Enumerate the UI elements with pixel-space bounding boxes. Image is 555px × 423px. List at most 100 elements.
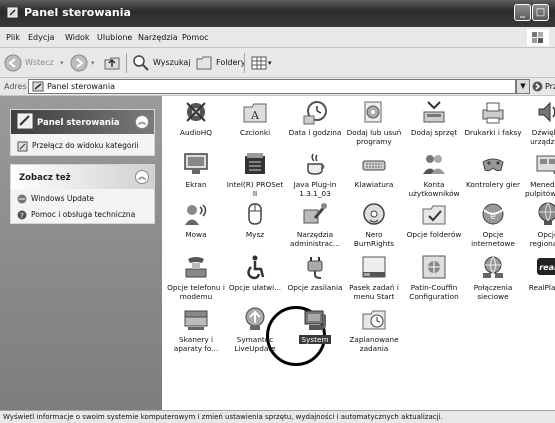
item-label: Data i godzina xyxy=(288,128,342,137)
item-label: Menedżer pulpitów N... xyxy=(525,180,555,198)
nero-icon xyxy=(363,203,385,225)
address-bar: Adres Panel sterowania ▼ Przejdź xyxy=(0,78,555,96)
forward-dropdown[interactable]: ▾ xyxy=(91,53,95,73)
folders-button[interactable]: Foldery xyxy=(195,53,245,73)
users-icon xyxy=(423,155,445,174)
control-panel-item-speech[interactable]: Mowa xyxy=(167,200,225,239)
control-panel-item-scheduled-tasks[interactable]: Zaplanowane zadania xyxy=(345,305,403,353)
back-arrow-icon xyxy=(4,54,22,72)
collapse-chevron-icon[interactable]: ︽ xyxy=(135,115,149,129)
forward-button[interactable] xyxy=(70,53,88,73)
control-panel-item-add-remove-programs[interactable]: Dodaj lub usuń programy xyxy=(345,98,403,146)
minimize-button[interactable]: _ xyxy=(514,4,531,21)
control-panel-item-folder-options[interactable]: Opcje folderów xyxy=(405,200,463,239)
item-label: Mowa xyxy=(185,230,207,239)
control-panel-item-users[interactable]: Konta użytkowników xyxy=(405,150,463,198)
control-panel-item-taskbar[interactable]: Pasek zadań i menu Start xyxy=(345,253,403,301)
control-panel-item-java[interactable]: Java Plug-in 1.3.1_03 xyxy=(286,150,344,198)
control-panel-item-add-hardware[interactable]: Dodaj sprzęt xyxy=(405,98,463,137)
intel-proset-icon xyxy=(245,153,265,174)
control-panel-item-internet-options[interactable]: e Opcje internetowe xyxy=(464,200,522,248)
menu-file[interactable]: Plik xyxy=(6,33,20,42)
control-panel-item-keyboard[interactable]: Klawiatura xyxy=(345,150,403,189)
switch-to-category-view-link[interactable]: Przełącz do widoku kategorii xyxy=(17,138,154,154)
views-button[interactable]: ▾ xyxy=(250,53,272,73)
control-panel-item-fonts-folder[interactable]: A Czcionki xyxy=(226,98,284,137)
control-panel-item-liveupdate[interactable]: Symantec LiveUpdate xyxy=(226,305,284,353)
control-panel-item-display[interactable]: Ekran xyxy=(167,150,225,189)
desktop-manager-icon xyxy=(536,155,555,175)
control-panel-item-realplayer[interactable]: real RealPlayer xyxy=(519,253,555,292)
realplayer-icon: real xyxy=(537,258,555,275)
control-panel-items: AudioHQ A Czcionki Data i godzina Dodaj lub … xyxy=(162,96,555,410)
help-icon: ? xyxy=(17,210,27,220)
address-value: Panel sterowania xyxy=(47,82,115,91)
forward-arrow-icon xyxy=(70,54,88,71)
control-panel-item-intel-proset[interactable]: Intel(R) PROSet II xyxy=(226,150,284,198)
address-field[interactable]: Panel sterowania xyxy=(28,79,516,94)
control-panel-item-system[interactable]: System xyxy=(286,305,344,344)
search-icon xyxy=(133,55,149,71)
audiohq-icon xyxy=(186,102,206,122)
globe-icon xyxy=(538,202,555,225)
item-label: Pasek zadań i menu Start xyxy=(349,283,399,301)
control-panel-item-scanner[interactable]: Skanery i aparaty fo... xyxy=(167,305,225,353)
control-panel-item-power[interactable]: Opcje zasilania xyxy=(286,253,344,292)
item-label: Mysz xyxy=(245,230,265,239)
item-label: Opcje folderów xyxy=(406,230,462,239)
menu-bar: Plik Edycja Widok Ulubione Narzędzia Pom… xyxy=(0,27,555,48)
search-button[interactable]: Wyszukaj xyxy=(132,53,191,73)
control-panel-item-accessibility[interactable]: Opcje ułatwi... xyxy=(226,253,284,292)
menu-view[interactable]: Widok xyxy=(65,33,90,42)
views-grid-icon xyxy=(251,56,267,69)
help-support-link[interactable]: ? Pomoc i obsługa techniczna xyxy=(17,207,154,223)
title-bar[interactable]: Panel sterowania _ □ xyxy=(0,0,555,27)
go-button[interactable]: Przejdź xyxy=(532,79,555,94)
control-panel-item-clock[interactable]: Data i godzina xyxy=(286,98,344,137)
menu-edit[interactable]: Edycja xyxy=(28,33,54,42)
menu-help[interactable]: Pomoc xyxy=(182,33,209,42)
control-panel-item-network[interactable]: Połączenia sieciowe xyxy=(464,253,522,301)
control-panel-icon xyxy=(32,81,44,92)
control-panel-item-game-controller[interactable]: Kontrolery gier xyxy=(464,150,522,189)
control-panel-item-admin-tools[interactable]: Narzędzia administrac... xyxy=(286,200,344,248)
back-button[interactable]: Wstecz xyxy=(4,53,54,73)
item-label: Klawiatura xyxy=(354,180,394,189)
address-dropdown[interactable]: ▼ xyxy=(516,79,530,94)
item-label: Opcje internetowe xyxy=(471,230,515,248)
control-panel-item-phone-modem[interactable]: Opcje telefonu i modemu xyxy=(167,253,225,301)
maximize-button[interactable]: □ xyxy=(532,4,549,21)
control-panel-item-desktop-manager[interactable]: Menedżer pulpitów N... xyxy=(519,150,555,198)
item-label: AudioHQ xyxy=(180,128,212,137)
control-panel-item-patin-couffin[interactable]: Patin-Couffin Configuration xyxy=(405,253,463,301)
power-icon xyxy=(307,257,323,279)
up-folder-button[interactable] xyxy=(103,53,121,73)
back-dropdown[interactable]: ▾ xyxy=(60,53,64,73)
item-label: Połączenia sieciowe xyxy=(473,283,513,301)
section-header[interactable]: Panel sterowania ︽ xyxy=(11,110,154,134)
svg-text:A: A xyxy=(250,109,260,122)
item-label: System xyxy=(299,335,331,344)
control-panel-item-audiohq[interactable]: AudioHQ xyxy=(167,98,225,137)
windows-update-link[interactable]: Windows Update xyxy=(17,191,154,207)
network-icon xyxy=(483,256,503,278)
menu-tools[interactable]: Narzędzia xyxy=(138,33,178,42)
control-panel-item-sound[interactable]: Dźwięki i urządze... xyxy=(519,98,555,146)
control-panel-item-nero[interactable]: Nero BurnRights xyxy=(345,200,403,248)
item-label: Dodaj lub usuń programy xyxy=(346,128,402,146)
item-label: Konta użytkowników xyxy=(408,180,460,198)
address-label: Adres xyxy=(4,82,27,91)
menu-favorites[interactable]: Ulubione xyxy=(97,33,132,42)
taskbar-icon xyxy=(362,256,386,278)
item-label: Ekran xyxy=(185,180,207,189)
control-panel-item-mouse[interactable]: Mysz xyxy=(226,200,284,239)
category-view-icon xyxy=(17,141,28,151)
control-panel-item-printer[interactable]: Drukarki i faksy xyxy=(464,98,522,137)
clock-icon xyxy=(303,101,327,125)
item-label: Opcje telefonu i modemu xyxy=(167,283,225,301)
section-header[interactable]: Zobacz też ︽ xyxy=(11,165,154,189)
item-label: Dodaj sprzęt xyxy=(410,128,458,137)
internet-options-icon: e xyxy=(482,203,505,225)
collapse-chevron-icon[interactable]: ︽ xyxy=(135,170,149,184)
control-panel-item-globe[interactable]: Opcje regional... xyxy=(519,200,555,248)
